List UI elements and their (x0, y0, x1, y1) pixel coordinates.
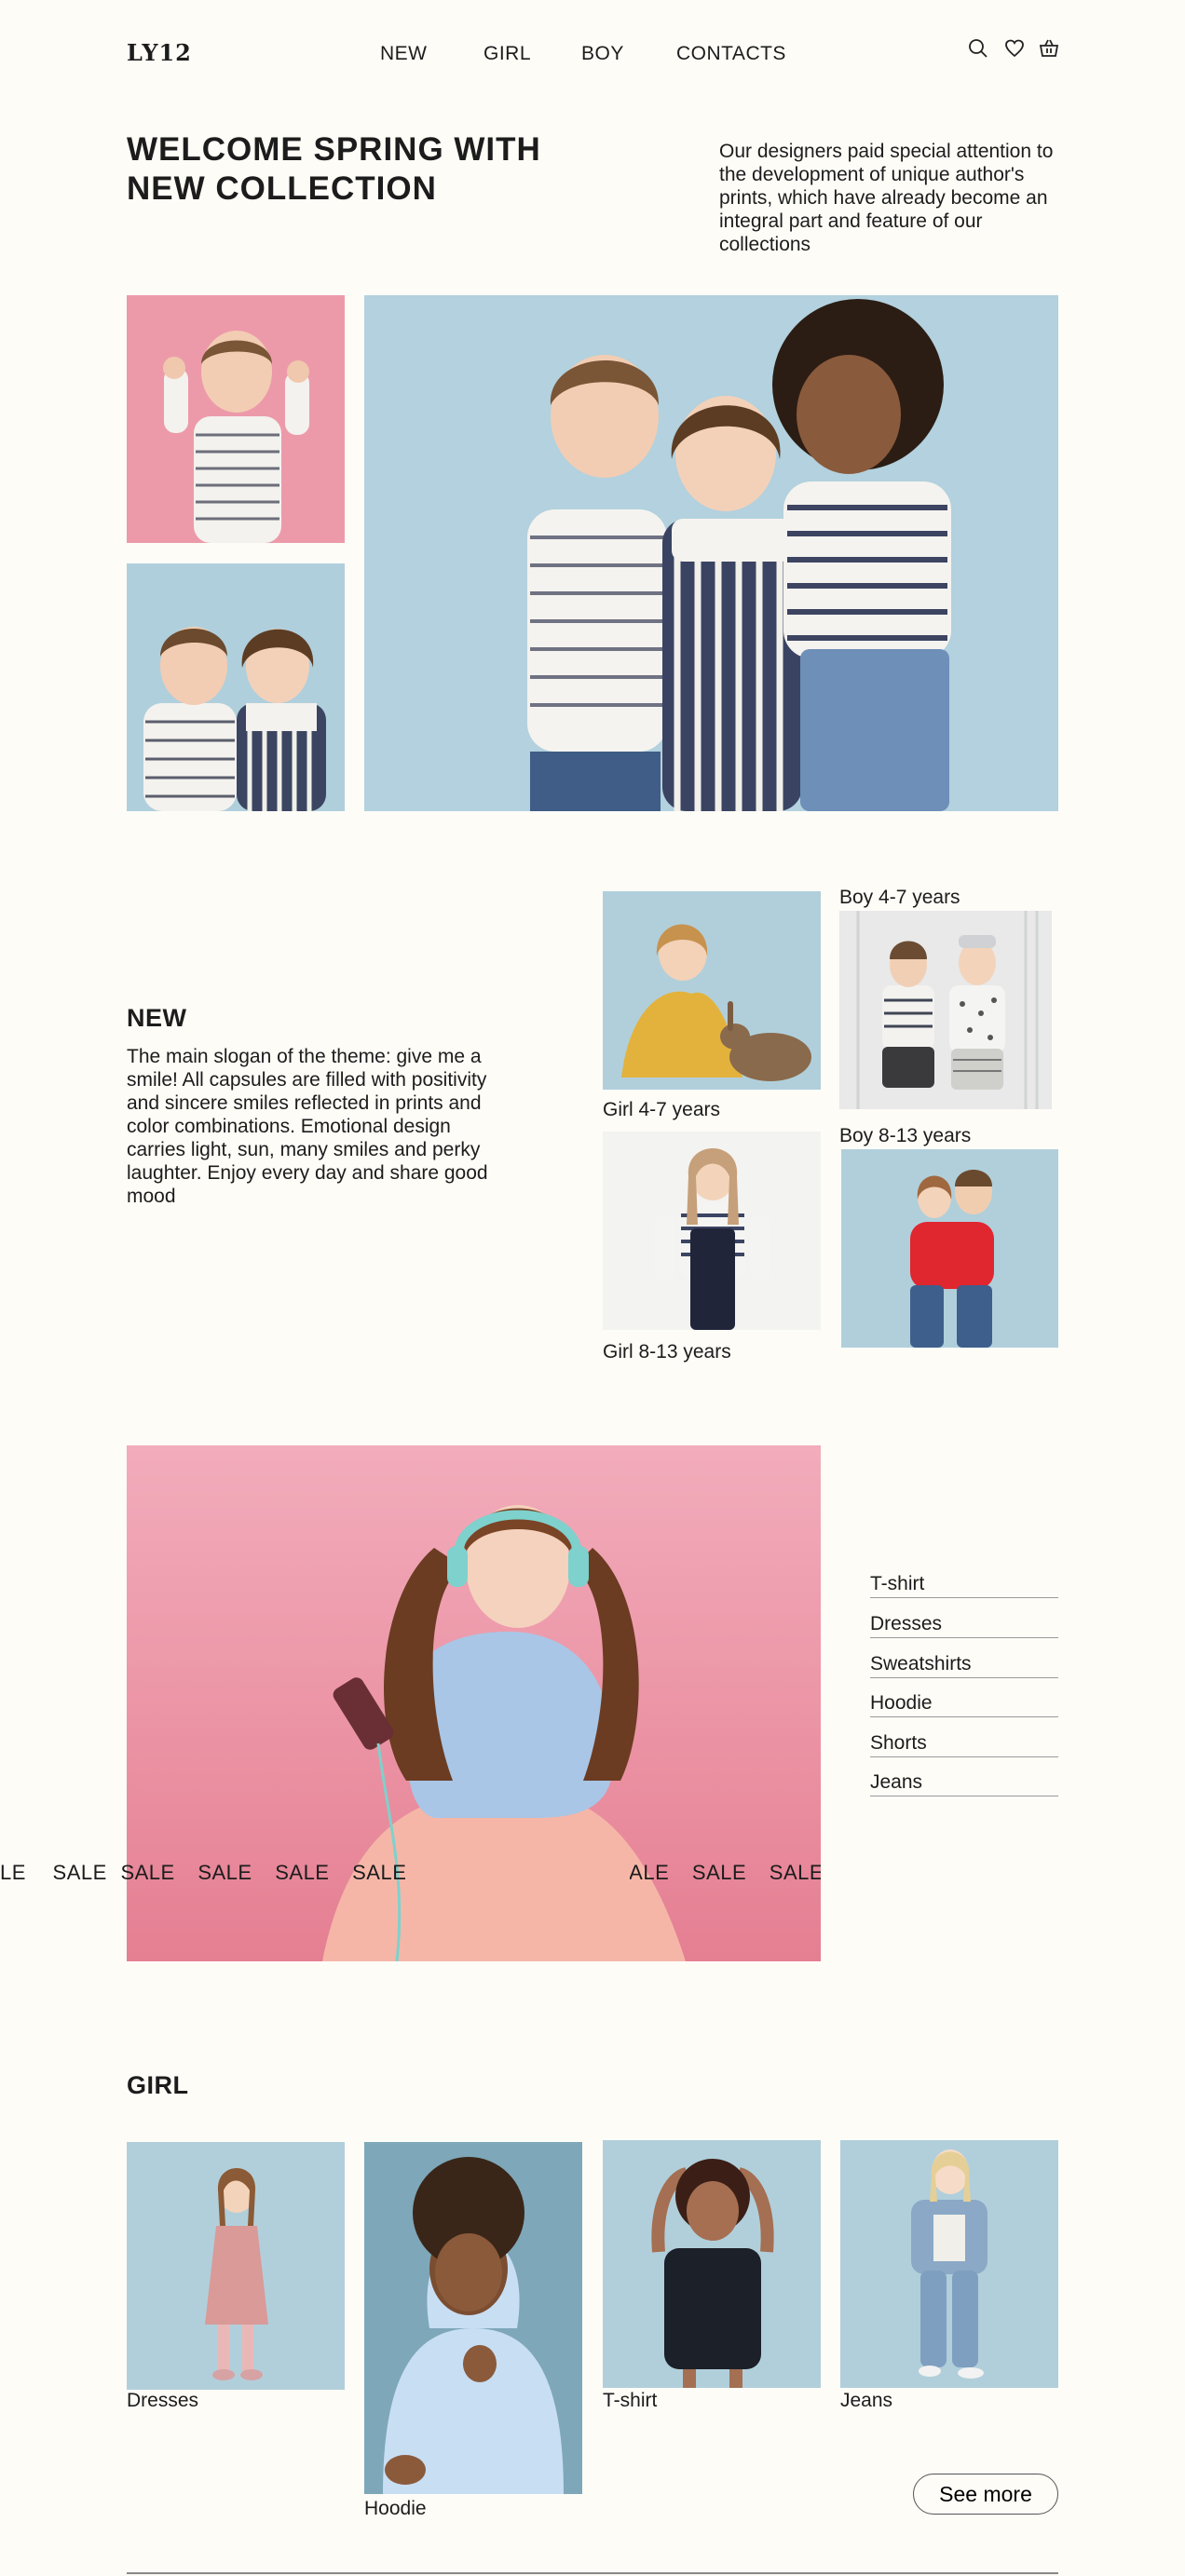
search-icon[interactable] (967, 37, 989, 60)
product-label-hoodie[interactable]: Hoodie (364, 2498, 427, 2520)
heart-icon[interactable] (1003, 37, 1026, 60)
nav-contacts[interactable]: CONTACTS (676, 43, 786, 65)
category-photo-girl-8-13[interactable] (603, 1132, 821, 1330)
sale-menu-tshirt[interactable]: T-shirt (870, 1573, 1058, 1598)
girl-section-title: GIRL (127, 2071, 189, 2099)
category-label-boy-4-7[interactable]: Boy 4-7 years (839, 887, 960, 909)
category-photo-girl-4-7[interactable] (603, 891, 821, 1090)
sale-menu-jeans[interactable]: Jeans (870, 1771, 1058, 1796)
divider (127, 2572, 1058, 2574)
hero-photo-boy-pink (127, 295, 345, 543)
category-label-girl-4-7[interactable]: Girl 4-7 years (603, 1099, 720, 1121)
sale-menu-hoodie[interactable]: Hoodie (870, 1692, 1058, 1717)
product-label-dresses[interactable]: Dresses (127, 2390, 198, 2412)
sale-marquee-right: SALE SALE SALE (630, 1861, 821, 1885)
product-photo-hoodie[interactable] (364, 2142, 582, 2494)
product-photo-tshirt[interactable] (603, 2140, 821, 2388)
hero-photo-two-kids-blue (127, 563, 345, 811)
nav-girl[interactable]: GIRL (484, 43, 531, 65)
basket-icon[interactable] (1038, 37, 1060, 60)
product-photo-jeans[interactable] (840, 2140, 1058, 2388)
hero-title-line1: WELCOME SPRING WITH (127, 131, 541, 168)
sale-word: SALE (120, 1861, 175, 1884)
new-section-title: NEW (127, 1004, 187, 1032)
product-label-jeans[interactable]: Jeans (840, 2390, 892, 2412)
sale-word: SALE (275, 1861, 330, 1884)
sale-word: SALE (52, 1861, 107, 1884)
sale-word: SALE (769, 1861, 821, 1884)
sale-word: SALE (198, 1861, 252, 1884)
sale-menu-dresses[interactable]: Dresses (870, 1613, 1058, 1638)
product-label-tshirt[interactable]: T-shirt (603, 2390, 657, 2412)
category-photo-boy-4-7[interactable] (839, 911, 1052, 1109)
see-more-button[interactable]: See more (913, 2474, 1058, 2515)
nav-new[interactable]: NEW (380, 43, 428, 65)
hero-photo-three-kids (364, 295, 1058, 811)
sale-word: SALE (352, 1861, 407, 1884)
sale-marquee-left: LE SALE SALE SALE SALE SALE (0, 1861, 406, 1885)
sale-word: LE (0, 1861, 26, 1884)
category-label-boy-8-13[interactable]: Boy 8-13 years (839, 1125, 971, 1147)
product-photo-dresses[interactable] (127, 2142, 345, 2390)
category-photo-boy-8-13[interactable] (841, 1149, 1058, 1348)
sale-menu-sweatshirts[interactable]: Sweatshirts (870, 1653, 1058, 1678)
category-label-girl-8-13[interactable]: Girl 8-13 years (603, 1341, 731, 1363)
sale-word: SALE (691, 1861, 747, 1884)
hero-title: WELCOME SPRING WITH NEW COLLECTION (127, 130, 611, 209)
nav-boy[interactable]: BOY (581, 43, 624, 65)
hero-title-line2: NEW COLLECTION (127, 170, 437, 207)
sale-word: SALE (630, 1861, 670, 1884)
new-section-text: The main slogan of the theme: give me a … (127, 1046, 488, 1207)
sale-menu-shorts[interactable]: Shorts (870, 1732, 1058, 1757)
hero-description: Our designers paid special attention to … (719, 141, 1054, 255)
logo[interactable]: LY12 (127, 39, 192, 66)
